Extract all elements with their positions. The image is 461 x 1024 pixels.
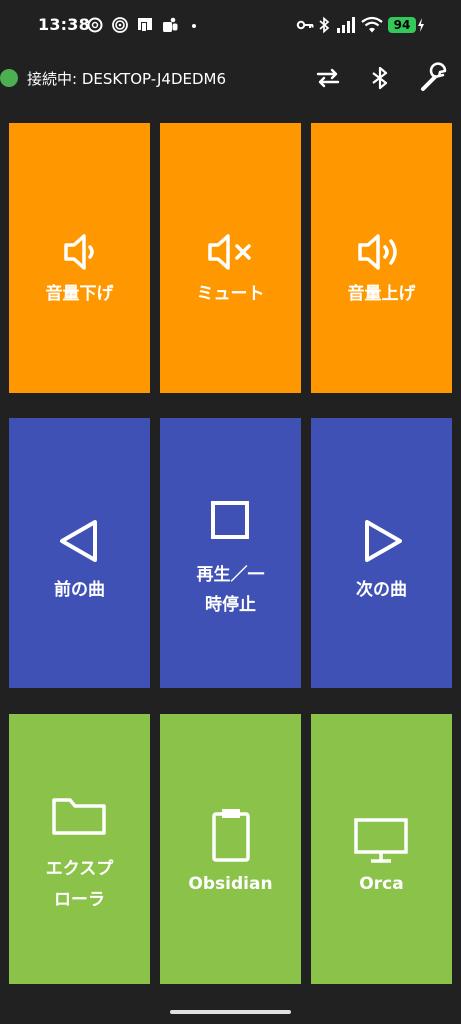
explorer-label-line2: ローラ	[54, 890, 105, 910]
volume-down-button[interactable]: 音量下げ	[9, 123, 150, 393]
obsidian-button[interactable]: Obsidian	[160, 714, 301, 984]
more-notifications-dot-icon	[192, 24, 196, 28]
status-time: 13:38	[38, 15, 90, 34]
play-pause-button[interactable]: 再生／一 時停止	[160, 418, 301, 688]
explorer-button[interactable]: エクスプ ローラ	[9, 714, 150, 984]
chatgpt-icon	[87, 17, 103, 33]
bluetooth-icon	[319, 16, 330, 34]
volume-down-label: 音量下げ	[45, 284, 114, 304]
orca-label: Orca	[359, 874, 404, 894]
charging-icon	[418, 18, 424, 32]
clipboard-icon	[212, 809, 250, 862]
volume-up-icon	[358, 234, 397, 270]
volume-mute-icon	[208, 234, 251, 270]
switch-connection-icon[interactable]	[314, 64, 342, 92]
home-indicator[interactable]	[170, 1010, 291, 1014]
explorer-label-line1: エクスプ	[45, 859, 114, 879]
next-track-button[interactable]: 次の曲	[311, 418, 452, 688]
status-bar: 13:38 94	[0, 0, 461, 52]
monitor-icon	[354, 818, 408, 863]
volume-up-button[interactable]: 音量上げ	[311, 123, 452, 393]
wrench-settings-icon[interactable]	[418, 62, 450, 94]
next-track-label: 次の曲	[356, 580, 407, 600]
volume-up-label: 音量上げ	[347, 284, 416, 304]
orca-button[interactable]: Orca	[311, 714, 452, 984]
connection-status-dot	[0, 69, 18, 87]
app-notification-icon	[138, 18, 152, 32]
key-icon	[296, 20, 314, 30]
mute-label: ミュート	[196, 284, 265, 304]
battery-level: 94	[388, 17, 416, 33]
wifi-icon	[361, 16, 383, 33]
mute-button[interactable]: ミュート	[160, 123, 301, 393]
play-pause-label-line1: 再生／一	[196, 565, 265, 585]
obsidian-label: Obsidian	[188, 874, 273, 894]
previous-track-icon	[60, 520, 97, 562]
previous-track-label: 前の曲	[54, 580, 105, 600]
spiral-app-icon	[112, 17, 128, 33]
next-track-icon	[365, 520, 402, 562]
stop-icon	[211, 501, 249, 539]
previous-track-button[interactable]: 前の曲	[9, 418, 150, 688]
bluetooth-settings-icon[interactable]	[366, 64, 394, 92]
signal-icon	[337, 17, 355, 33]
connection-status-text: 接続中: DESKTOP-J4DEDM6	[27, 70, 227, 88]
play-pause-label-line2: 時停止	[205, 595, 256, 615]
teams-icon	[163, 17, 178, 32]
folder-icon	[52, 798, 106, 835]
volume-down-icon	[64, 234, 94, 270]
